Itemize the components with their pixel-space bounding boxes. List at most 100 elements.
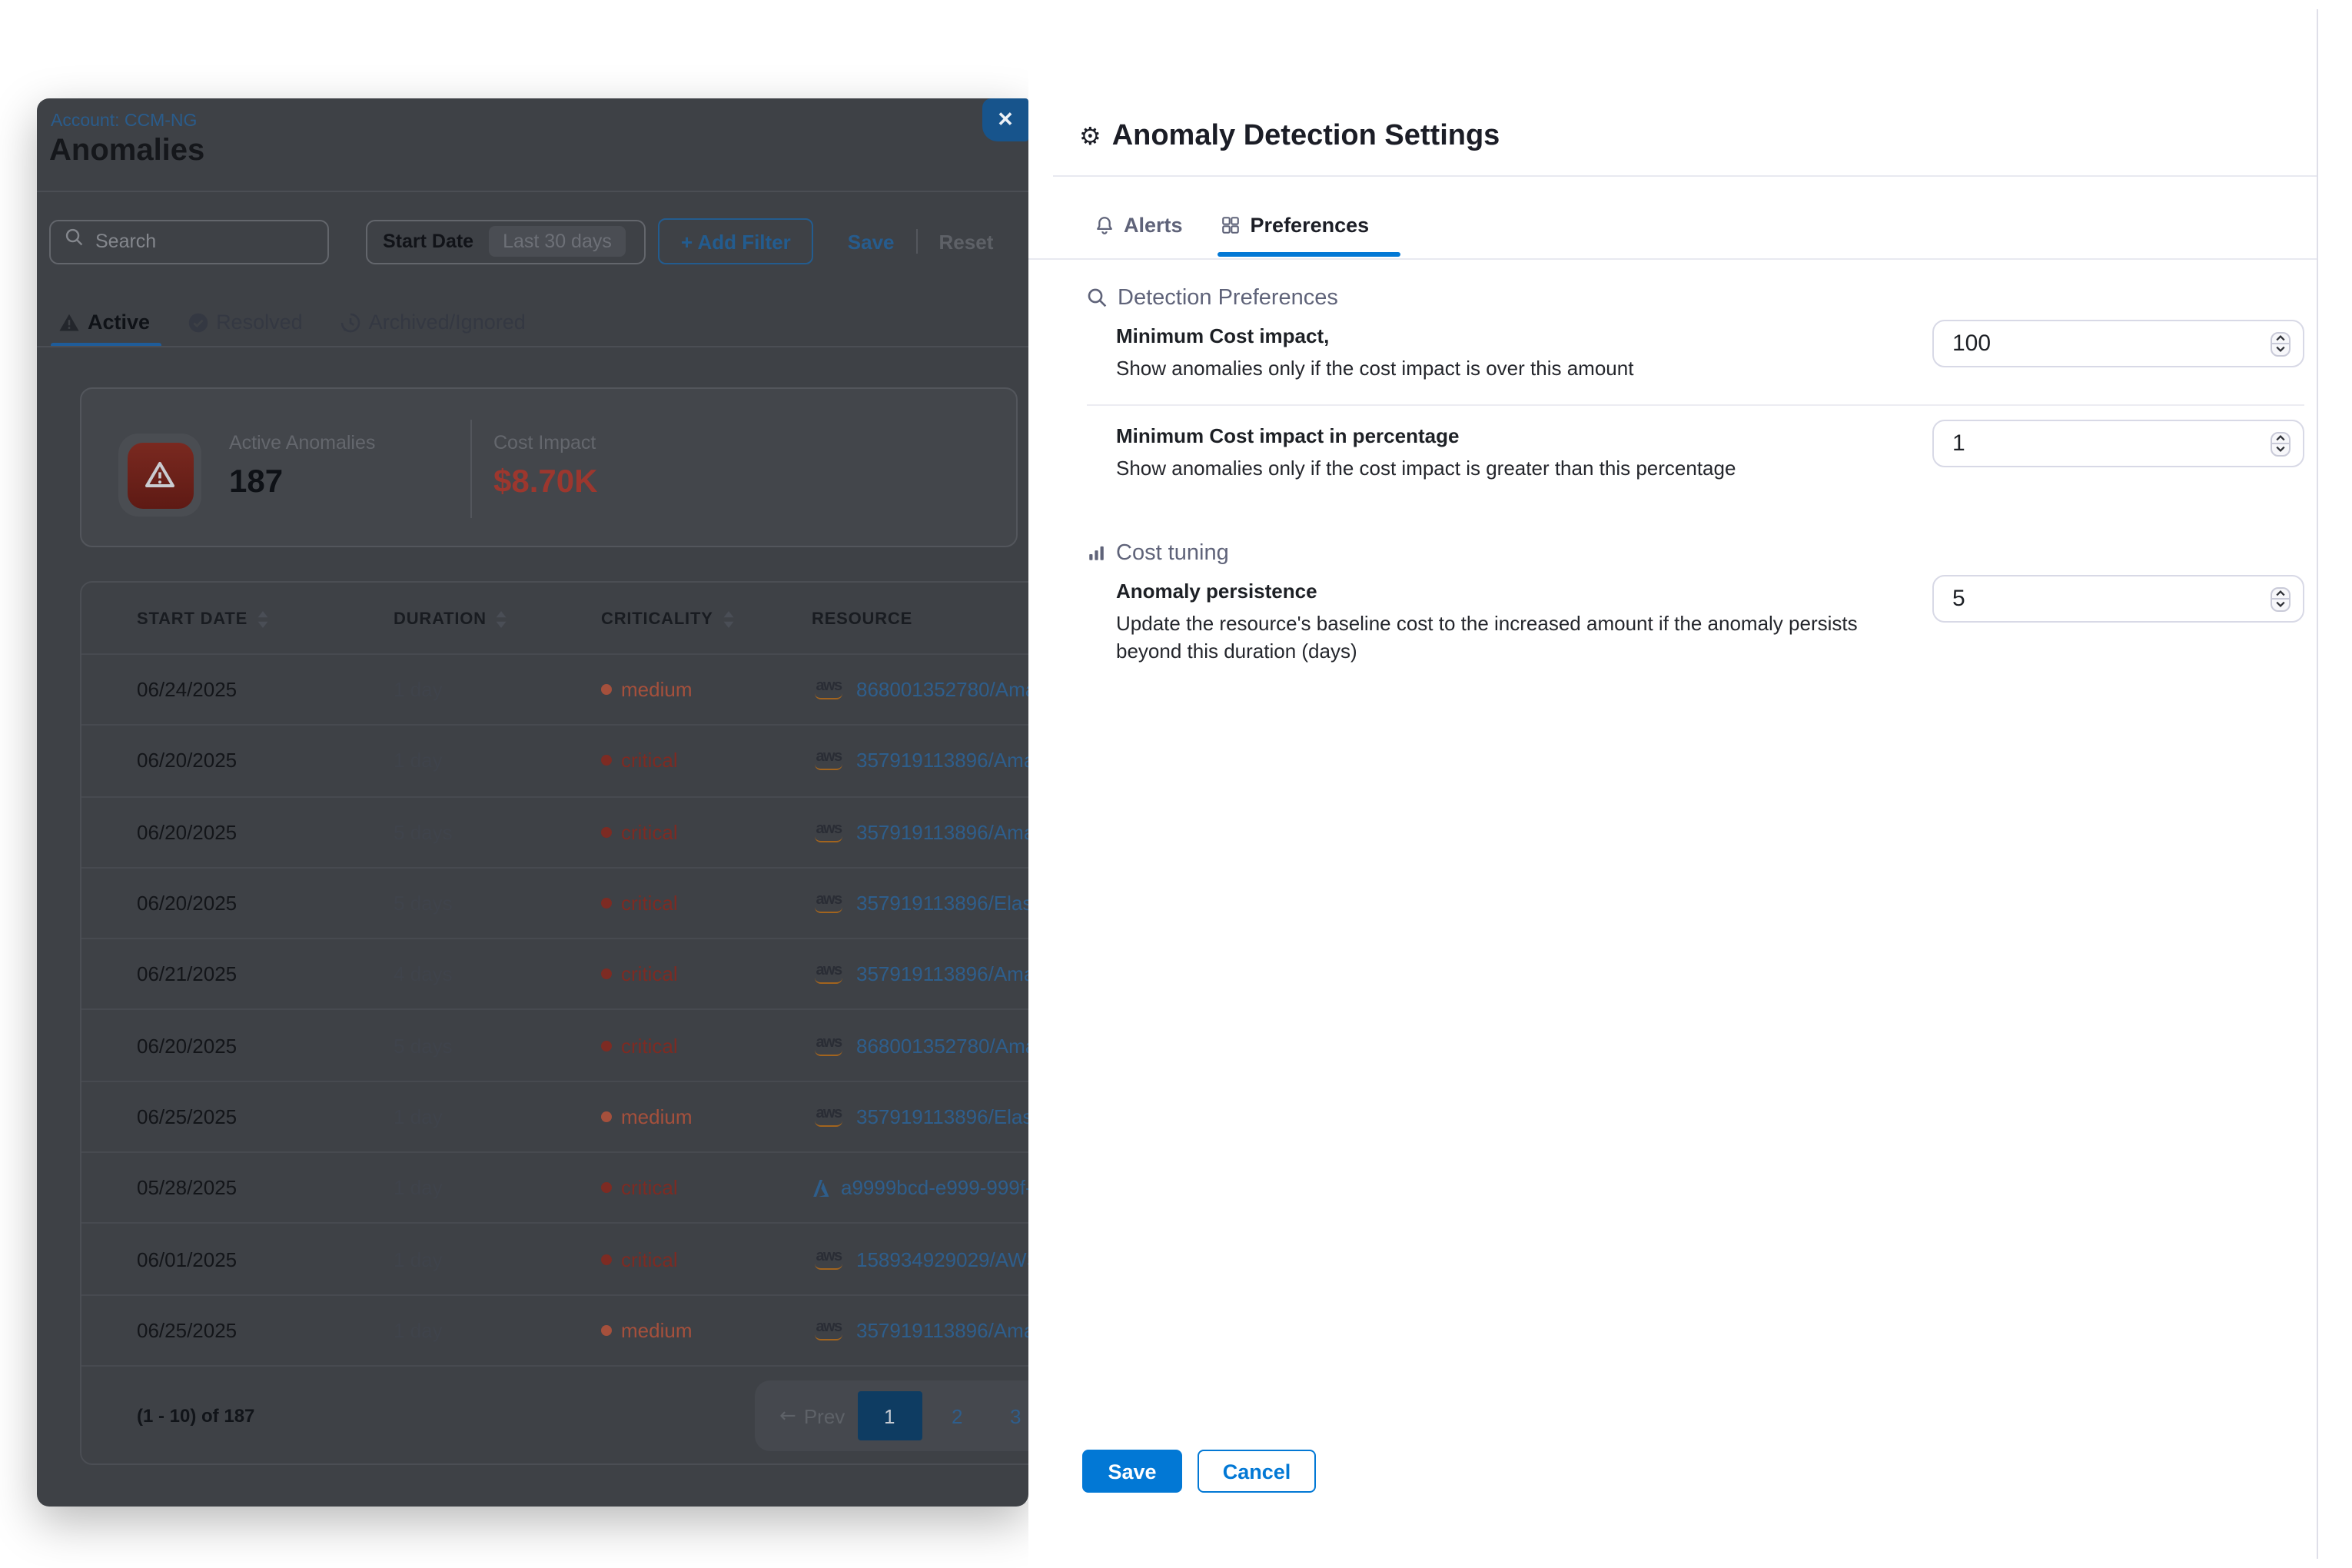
resource-link[interactable]: a9999bcd-e999-999f-g [841,1176,1028,1199]
sort-icon[interactable] [257,610,269,629]
number-input-value[interactable] [1934,421,2303,466]
table-row[interactable]: 06/20/2025 1 day critical aws 3579191138… [81,726,1028,798]
resource-link[interactable]: 357919113896/Elastic Lo [856,1105,1028,1128]
aws-icon: aws [812,822,845,842]
resource-link[interactable]: 357919113896/Amazon [856,963,1028,986]
duration-cell: 5 days [394,1034,601,1057]
table-row[interactable]: 06/20/2025 5 days critical aws 357919113… [81,869,1028,940]
settings-tab[interactable]: Preferences [1221,214,1370,237]
resource-cell: aws 868001352780/Amazon [812,678,1028,701]
settings-field: Anomaly persistence Update the resource'… [1087,570,2304,687]
aws-icon: aws [812,679,845,699]
resource-link[interactable]: 357919113896/Amazon W [856,820,1028,843]
column-header[interactable]: RESOURCE [812,610,1028,629]
sort-icon[interactable] [496,610,508,629]
column-header[interactable]: DURATION [394,610,601,629]
number-input-value[interactable] [1934,321,2303,366]
save-filter-button[interactable]: Save [848,230,895,253]
table-row[interactable]: 06/25/2025 1 day medium aws 357919113896… [81,1295,1028,1367]
cancel-button[interactable]: Cancel [1198,1450,1316,1493]
settings-tab[interactable]: Alerts [1095,214,1183,237]
page-button[interactable]: 1 [857,1391,922,1440]
tab-label: Resolved [216,311,303,334]
page-button[interactable]: 2 [934,1391,980,1440]
pagination: (1 - 10) of 187 ← Prev 123 [81,1365,1028,1465]
scrollbar[interactable] [2317,9,2318,1559]
settings-section: Detection Preferences Minimum Cost impac… [1087,286,2304,504]
summary-card: Active Anomalies 187 Cost Impact $8.70K [80,387,1018,547]
duration-cell: 5 days [394,892,601,915]
table-row[interactable]: 06/21/2025 4 days critical aws 357919113… [81,939,1028,1011]
duration-cell: 1 day [394,749,601,772]
table-row[interactable]: 05/28/2025 1 day critical aws a9999bcd-e… [81,1153,1028,1224]
number-input[interactable] [1932,320,2304,367]
criticality-dot-icon [601,1325,612,1336]
duration-cell: 4 days [394,963,601,986]
resource-cell: aws 158934929029/AWS Co [812,1247,1028,1271]
resource-link[interactable]: 357919113896/Amazon [856,749,1028,772]
anomaly-state-tab[interactable]: Resolved [187,311,303,334]
number-input[interactable] [1932,420,2304,467]
aws-icon: aws [812,1107,845,1127]
number-input-value[interactable] [1934,576,2303,621]
criticality-cell: medium [601,678,812,701]
save-button[interactable]: Save [1082,1450,1182,1493]
tab-label: Active [88,311,150,334]
sort-icon[interactable] [723,610,735,629]
resource-link[interactable]: 868001352780/Amazon [856,678,1028,701]
tab-label: Archived/Ignored [369,311,526,334]
duration-cell: 1 day [394,1105,601,1128]
close-icon[interactable]: ✕ [982,98,1028,141]
add-filter-button[interactable]: + Add Filter [658,218,814,264]
warning-triangle-icon [58,311,80,333]
table-row[interactable]: 06/24/2025 1 day medium aws 868001352780… [81,655,1028,726]
duration-cell: 1 day [394,1247,601,1271]
duration-cell: 1 day [394,678,601,701]
criticality-cell: critical [601,820,812,843]
start-date-value[interactable]: Last 30 days [489,226,626,257]
search-input[interactable] [95,231,295,252]
account-breadcrumb[interactable]: Account: CCM-NG [51,112,197,131]
stepper-icon[interactable] [2271,586,2291,611]
resource-link[interactable]: 357919113896/Amazon W [856,1319,1028,1342]
table-row[interactable]: 06/01/2025 1 day critical aws 1589349290… [81,1224,1028,1296]
field-description: Update the resource's baseline cost to t… [1116,610,1886,666]
table-row[interactable]: 06/25/2025 1 day medium aws 357919113896… [81,1082,1028,1154]
column-header[interactable]: CRITICALITY [601,610,812,629]
resource-link[interactable]: 158934929029/AWS Co [856,1247,1028,1271]
column-header[interactable]: START DATE [137,610,394,629]
aws-icon: aws [812,965,845,985]
resource-link[interactable]: 868001352780/Amazon [856,1034,1028,1057]
cost-impact-value: $8.70K [493,464,597,501]
azure-icon [812,1178,830,1197]
stepper-icon[interactable] [2271,331,2291,356]
criticality-cell: critical [601,1034,812,1057]
criticality-cell: medium [601,1105,812,1128]
stepper-icon[interactable] [2271,431,2291,456]
anomaly-state-tab[interactable]: Active [58,311,150,334]
warning-triangle-icon [127,442,193,508]
criticality-dot-icon [601,826,612,837]
table-row[interactable]: 06/20/2025 5 days critical aws 357919113… [81,797,1028,869]
reset-filter-button[interactable]: Reset [939,230,994,253]
page-button[interactable]: 3 [992,1391,1028,1440]
table-row[interactable]: 06/20/2025 5 days critical aws 868001352… [81,1011,1028,1082]
resource-link[interactable]: 357919113896/Elastic Lo [856,892,1028,915]
drawer-actions: Save Cancel [1082,1450,1316,1493]
field-label: Minimum Cost impact in percentage [1116,424,1736,447]
bell-icon [1095,215,1115,235]
divider [37,346,1028,347]
section-title: Detection Preferences [1118,285,1338,310]
number-input[interactable] [1932,575,2304,623]
search-icon [65,228,85,255]
start-date-cell: 06/24/2025 [137,678,394,701]
search-box[interactable] [49,219,329,264]
tab-label: Preferences [1251,214,1370,237]
tab-label: Alerts [1124,214,1183,237]
start-date-filter[interactable]: Start Date Last 30 days [366,219,646,264]
anomaly-state-tab[interactable]: Archived/Ignored [340,311,526,334]
criticality-cell: critical [601,749,812,772]
prev-page-button[interactable]: ← Prev [779,1404,845,1427]
criticality-cell: critical [601,1247,812,1271]
aws-icon: aws [812,1321,845,1340]
